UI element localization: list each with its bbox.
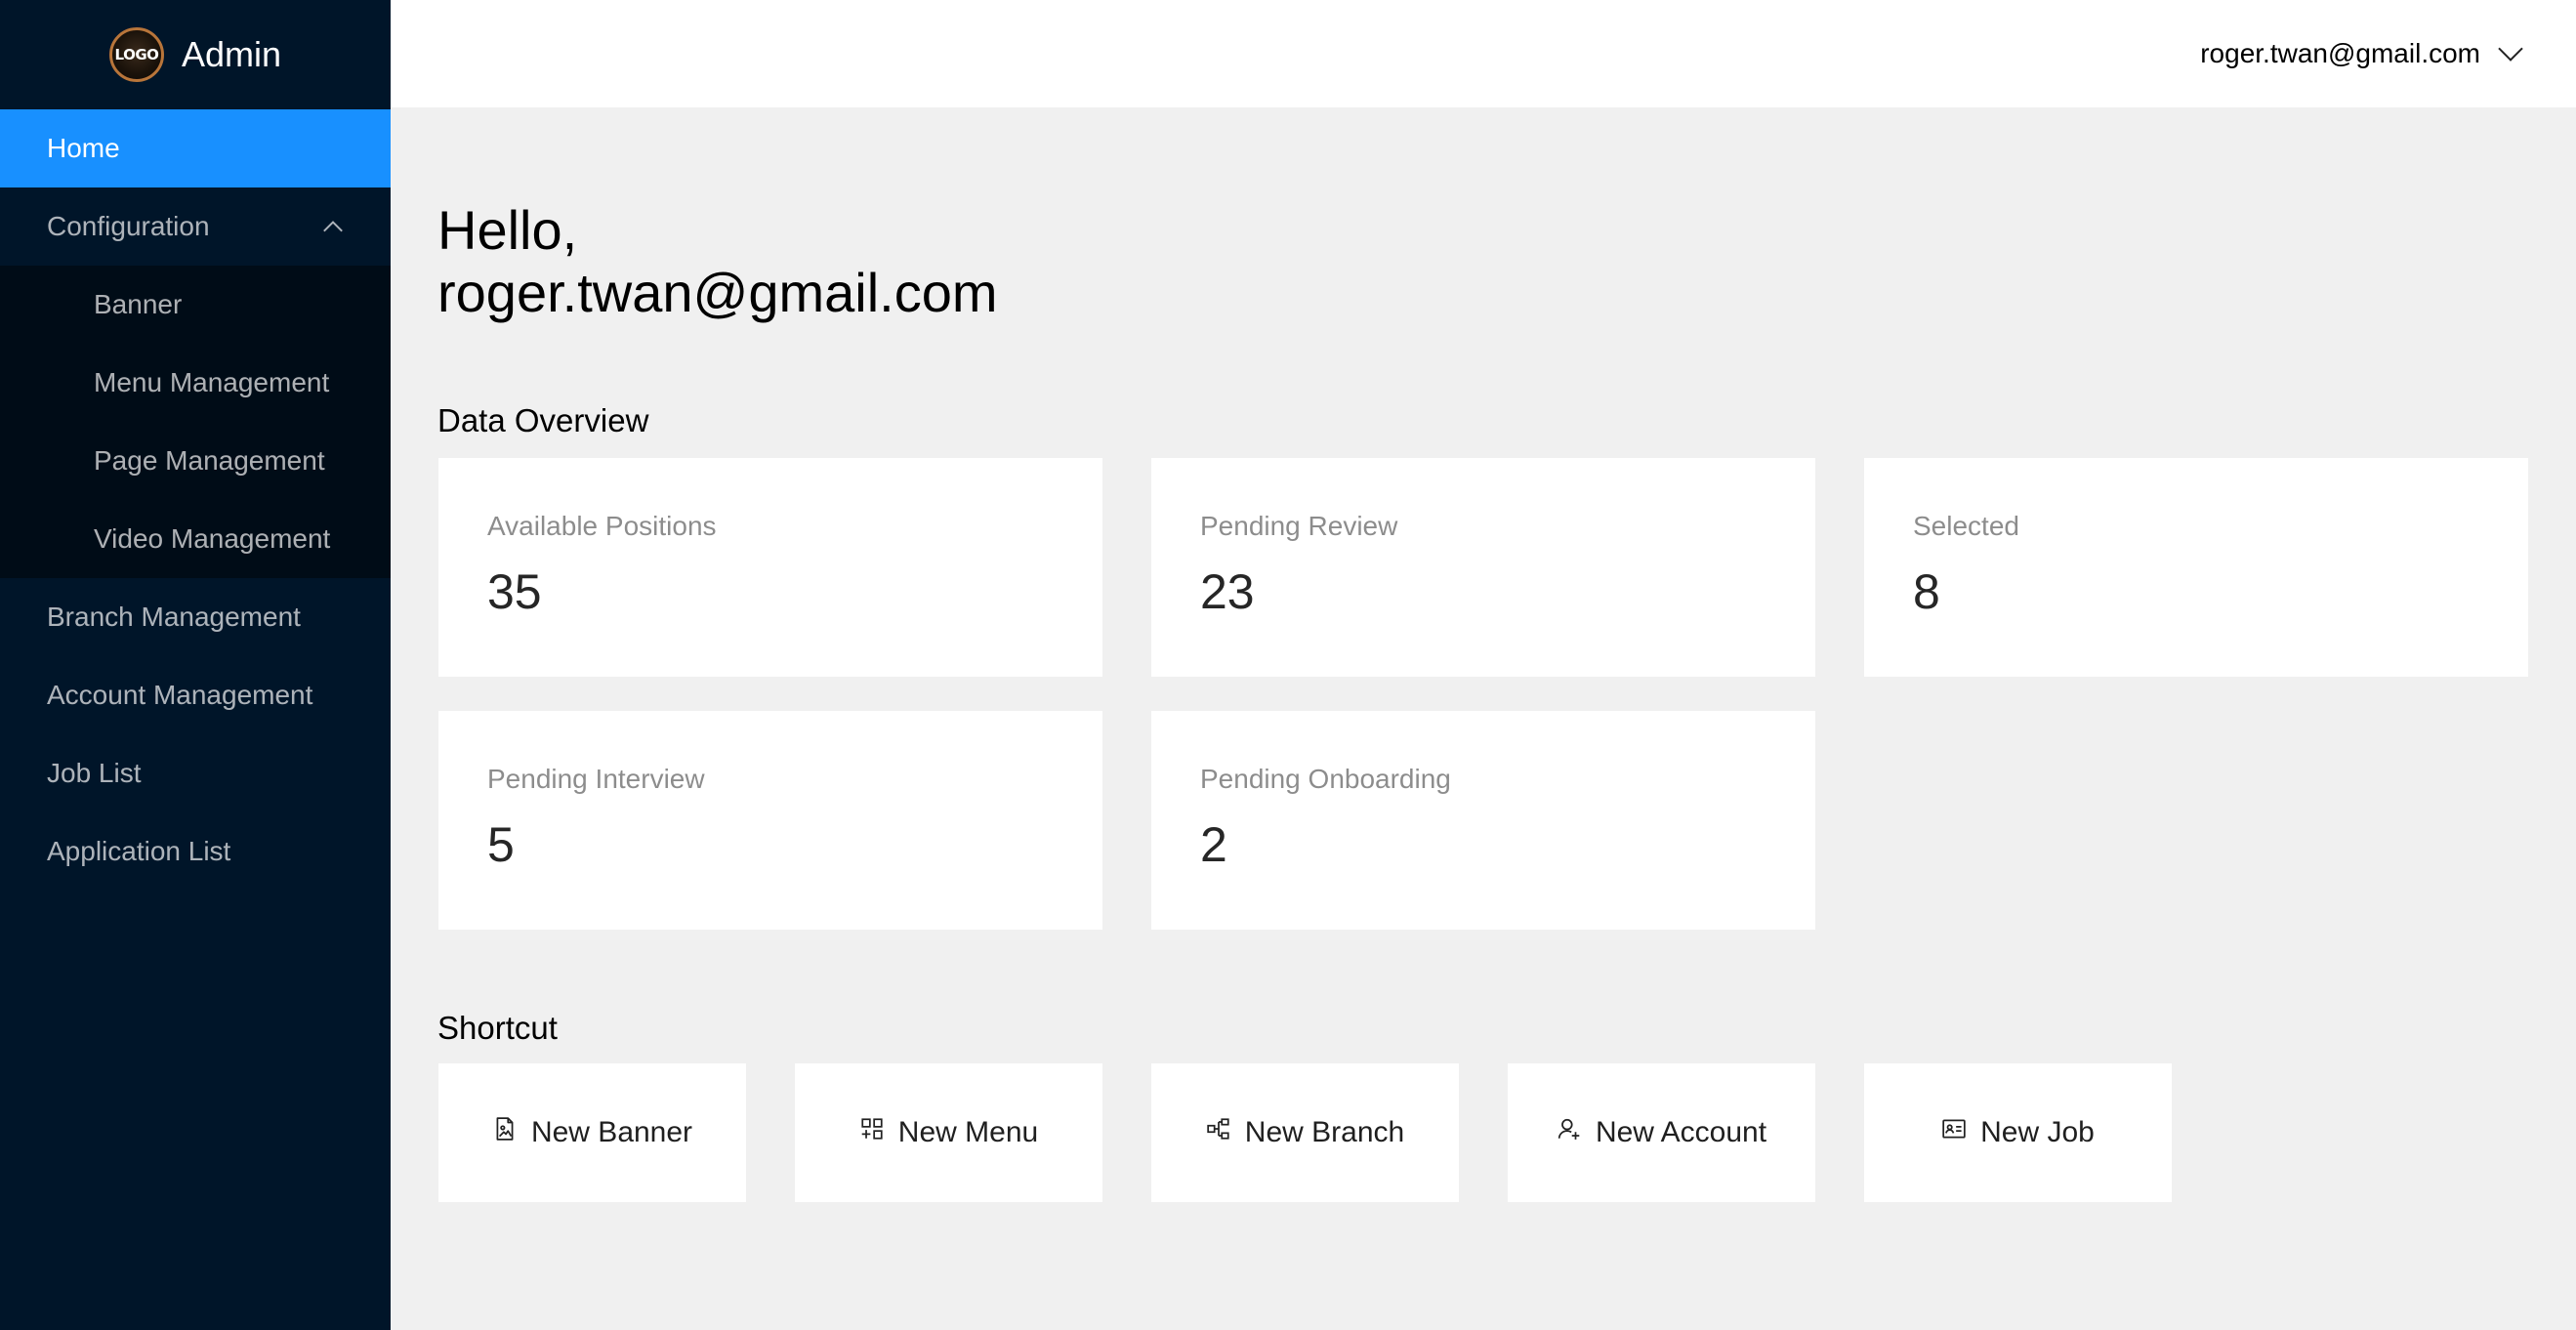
user-email: roger.twan@gmail.com (2200, 38, 2480, 68)
user-dropdown[interactable]: roger.twan@gmail.com (2200, 0, 2523, 107)
sidebar-item-label: Video Management (94, 523, 331, 554)
sidebar-item-account-management[interactable]: Account Management (0, 656, 391, 734)
file-image-icon (492, 1116, 518, 1149)
sidebar-item-label: Branch Management (47, 602, 301, 632)
stat-value: 35 (487, 564, 542, 619)
cluster-icon (1206, 1116, 1231, 1149)
sidebar-item-banner[interactable]: Banner (0, 266, 391, 344)
greeting: Hello, roger.twan@gmail.com (437, 199, 998, 324)
stat-card-pending-review: Pending Review 23 (1151, 458, 1815, 677)
stat-value: 5 (487, 817, 515, 872)
new-job-button[interactable]: New Job (1864, 1063, 2172, 1202)
shortcut-title: Shortcut (437, 1010, 558, 1046)
sidebar-item-label: Application List (47, 836, 231, 866)
greeting-hello: Hello, (437, 199, 578, 261)
top-header: roger.twan@gmail.com (391, 0, 2576, 107)
idcard-icon (1941, 1116, 1967, 1149)
sidebar: LOGO Admin Home Configuration Banner Men… (0, 0, 391, 1330)
logo: LOGO (108, 27, 164, 82)
new-branch-button[interactable]: New Branch (1151, 1063, 1459, 1202)
sidebar-item-application-list[interactable]: Application List (0, 812, 391, 891)
stat-label: Pending Onboarding (1200, 764, 1451, 794)
appstore-add-icon (859, 1116, 885, 1149)
stat-card-pending-interview: Pending Interview 5 (438, 711, 1102, 930)
stat-label: Pending Interview (487, 764, 705, 794)
sidebar-item-video-management[interactable]: Video Management (0, 500, 391, 578)
greeting-name: roger.twan@gmail.com (437, 262, 998, 323)
sidebar-item-label: Menu Management (94, 367, 330, 397)
sidebar-item-job-list[interactable]: Job List (0, 734, 391, 812)
stat-card-pending-onboarding: Pending Onboarding 2 (1151, 711, 1815, 930)
brand[interactable]: LOGO Admin (0, 0, 391, 109)
sidebar-item-label: Page Management (94, 445, 325, 476)
shortcut-label: New Menu (897, 1116, 1039, 1148)
app-title: Admin (181, 34, 282, 74)
shortcut-label: New Account (1595, 1116, 1767, 1148)
shortcut-label: New Branch (1244, 1116, 1405, 1148)
user-add-icon (1557, 1116, 1582, 1149)
sidebar-menu: Home Configuration Banner Menu Managemen… (0, 109, 391, 891)
chevron-up-icon (323, 221, 343, 240)
new-banner-button[interactable]: New Banner (438, 1063, 746, 1202)
stat-card-available-positions: Available Positions 35 (438, 458, 1102, 677)
stat-label: Selected (1913, 511, 2019, 541)
sidebar-item-label: Job List (47, 758, 142, 788)
stat-card-selected: Selected 8 (1864, 458, 2528, 677)
shortcut-label: New Job (1980, 1116, 2095, 1148)
stat-value: 2 (1200, 817, 1227, 872)
sidebar-item-page-management[interactable]: Page Management (0, 422, 391, 500)
sidebar-item-menu-management[interactable]: Menu Management (0, 344, 391, 422)
sidebar-item-label: Home (47, 133, 120, 163)
data-overview-title: Data Overview (437, 402, 649, 438)
sidebar-item-label: Account Management (47, 680, 313, 710)
stat-value: 8 (1913, 564, 1940, 619)
sidebar-item-label: Banner (94, 289, 183, 319)
sidebar-item-label: Configuration (47, 211, 210, 241)
stat-label: Pending Review (1200, 511, 1398, 541)
sidebar-item-configuration[interactable]: Configuration (0, 187, 391, 266)
stat-label: Available Positions (487, 511, 717, 541)
new-menu-button[interactable]: New Menu (795, 1063, 1102, 1202)
chevron-down-icon (2498, 36, 2523, 62)
stat-value: 23 (1200, 564, 1255, 619)
configuration-submenu: Banner Menu Management Page Management V… (0, 266, 391, 578)
sidebar-item-branch-management[interactable]: Branch Management (0, 578, 391, 656)
new-account-button[interactable]: New Account (1508, 1063, 1815, 1202)
sidebar-item-home[interactable]: Home (0, 109, 391, 187)
shortcut-label: New Banner (530, 1116, 693, 1148)
